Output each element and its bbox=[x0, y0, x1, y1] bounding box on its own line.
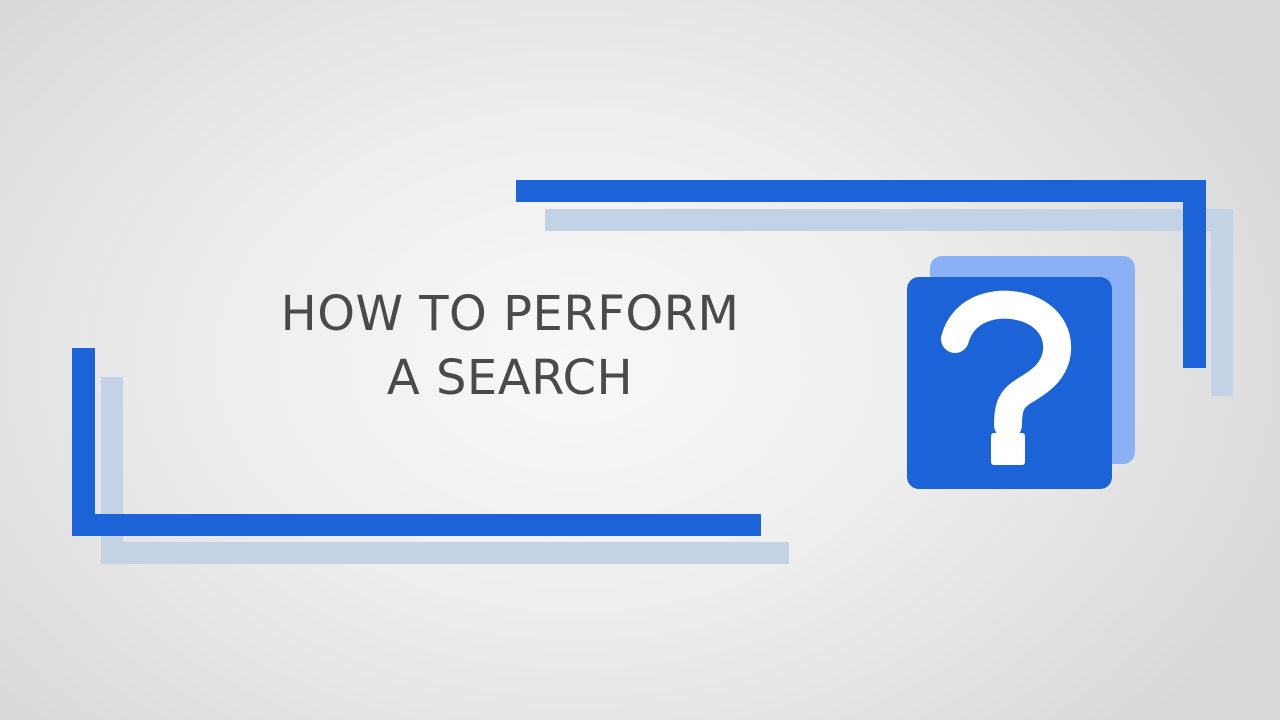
slide-title-line-1: HOW TO PERFORM bbox=[280, 286, 740, 342]
question-mark-icon bbox=[907, 277, 1112, 489]
top-right-bracket-shadow-vertical bbox=[1211, 209, 1233, 396]
slide-title-line-2: A SEARCH bbox=[386, 350, 634, 406]
top-right-bracket-horizontal bbox=[516, 180, 1206, 202]
bottom-left-bracket-horizontal bbox=[72, 514, 761, 536]
slide-title: HOW TO PERFORM A SEARCH bbox=[180, 282, 840, 410]
bottom-left-bracket-shadow-horizontal bbox=[101, 542, 789, 564]
top-right-bracket-shadow-horizontal bbox=[545, 209, 1233, 231]
bottom-left-bracket-vertical bbox=[72, 348, 95, 536]
question-mark-glyph bbox=[941, 290, 1072, 465]
top-right-bracket-vertical bbox=[1183, 180, 1206, 368]
